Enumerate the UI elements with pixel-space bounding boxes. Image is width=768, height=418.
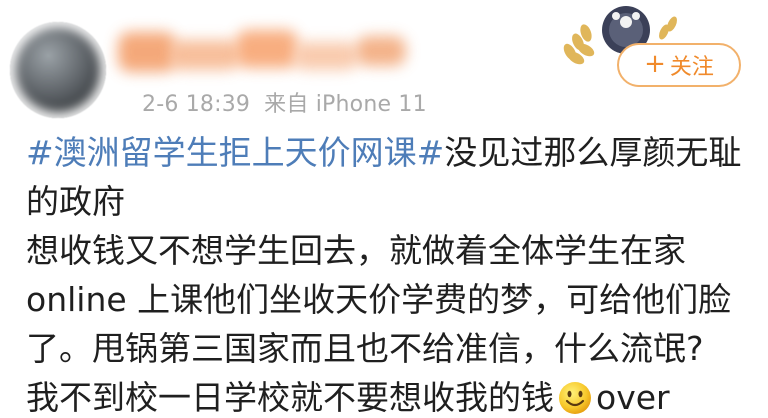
post-source: 来自 iPhone 11: [264, 92, 427, 117]
post-line-1: #澳洲留学生拒上天价网课#没见过那么厚颜无耻: [26, 128, 756, 177]
post-header: 2-6 18:39 来自 iPhone 11 + 关注: [0, 0, 768, 120]
username-blurred[interactable]: [118, 26, 418, 84]
follow-label: 关注: [669, 55, 714, 80]
post-line-5: 了。甩锅第三国家而且也不给准信，什么流氓?: [26, 324, 756, 373]
post-line-3: 想收钱又不想学生回去，就做着全体学生在家: [26, 226, 756, 275]
post-text: online 上课他们坐收天价学费的梦，可给他们脸: [26, 280, 732, 319]
post-text: over: [596, 378, 670, 417]
plus-icon: +: [644, 49, 666, 79]
avatar[interactable]: [10, 22, 106, 118]
post-text: 没见过那么厚颜无耻: [444, 133, 742, 172]
post-line-6: 我不到校一日学校就不要想收我的钱 over: [26, 373, 756, 418]
post-text: 想收钱又不想学生回去，就做着全体学生在家: [26, 231, 686, 270]
hashtag-link[interactable]: #澳洲留学生拒上天价网课#: [26, 133, 444, 172]
post-line-2: 的政府: [26, 177, 756, 226]
post-text: 的政府: [26, 182, 125, 221]
post-text: 了。甩锅第三国家而且也不给准信，什么流氓?: [26, 329, 704, 368]
post-text: 我不到校一日学校就不要想收我的钱: [26, 378, 554, 417]
post-timestamp: 2-6 18:39: [142, 92, 251, 117]
post-meta: 2-6 18:39 来自 iPhone 11: [142, 86, 427, 118]
smile-emoji-icon: [559, 382, 591, 414]
follow-button[interactable]: + 关注: [617, 43, 741, 87]
post-body: #澳洲留学生拒上天价网课#没见过那么厚颜无耻 的政府 想收钱又不想学生回去，就做…: [26, 128, 756, 418]
post-line-4: online 上课他们坐收天价学费的梦，可给他们脸: [26, 275, 756, 324]
